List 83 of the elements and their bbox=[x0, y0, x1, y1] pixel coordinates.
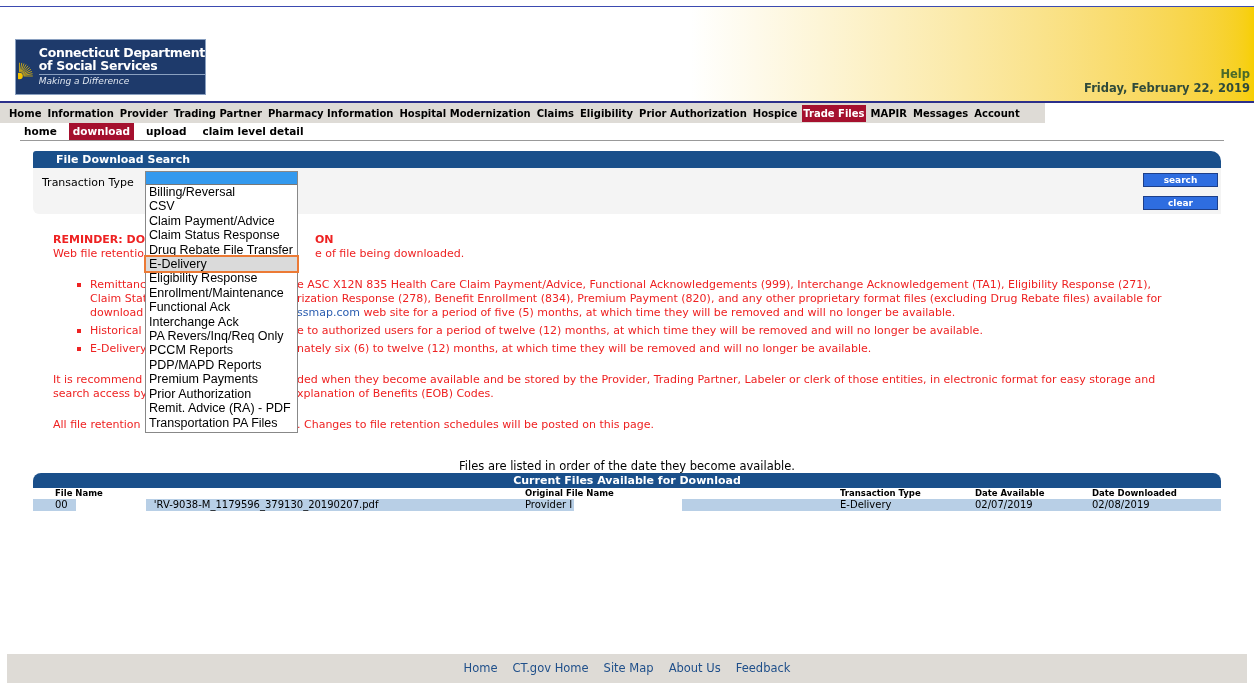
notice-text: Remittanc bbox=[90, 278, 147, 291]
notice-text: e of file being downloaded. bbox=[315, 247, 465, 261]
column-header: Original File Name bbox=[525, 488, 615, 499]
notice-text: REMINDER: DO bbox=[53, 233, 146, 246]
notice-text: Web file retentio bbox=[53, 247, 144, 260]
dropdown-option[interactable]: Claim Payment/Advice bbox=[146, 213, 297, 229]
logo-title: of Social Services bbox=[38, 59, 158, 72]
column-header: Transaction Type bbox=[840, 488, 922, 499]
nav-tab[interactable]: Prior Authorization bbox=[638, 104, 748, 122]
subnav-tab[interactable]: upload bbox=[142, 122, 191, 141]
nav-tab[interactable]: Messages bbox=[912, 104, 970, 122]
dropdown-option[interactable]: Eligibility Response bbox=[146, 271, 297, 286]
bullet-icon bbox=[77, 329, 81, 333]
current-date: Friday, February 22, 2019 bbox=[1084, 81, 1250, 95]
nav-tab[interactable]: Trade Files bbox=[802, 104, 866, 122]
dropdown-option[interactable]: E-Delivery bbox=[146, 257, 297, 272]
help-link[interactable]: Help bbox=[1220, 67, 1250, 81]
notice-text: All file retention bbox=[53, 418, 141, 431]
nav-tab[interactable]: Account bbox=[973, 104, 1021, 122]
logo-title: Connecticut Department bbox=[38, 46, 205, 59]
notice-text: . Changes to file retention schedules will be posted on this page. bbox=[297, 418, 654, 432]
nav-tab[interactable]: Hospital Modernization bbox=[398, 104, 532, 122]
dropdown-option[interactable]: PDP/MAPD Reports bbox=[146, 357, 297, 373]
footer-link[interactable]: CT.gov Home bbox=[512, 659, 589, 678]
table-cell: E-Delivery bbox=[840, 499, 892, 511]
dropdown-option[interactable]: Prior Authorization bbox=[146, 386, 297, 402]
footer-link[interactable]: Feedback bbox=[735, 659, 791, 678]
notice-text: ssmap.com web site for a period of five (5) months, at which time they will be removed and will no longer be available. bbox=[297, 306, 956, 320]
footer-link[interactable]: About Us bbox=[668, 659, 721, 678]
dropdown-option[interactable]: Claim Status Response bbox=[146, 228, 297, 243]
action-button[interactable]: search bbox=[1143, 173, 1218, 187]
website-link[interactable]: ssmap.com bbox=[297, 306, 360, 319]
table-cell: 02/07/2019 bbox=[975, 499, 1033, 511]
panel-header: File Download Search bbox=[33, 151, 1221, 168]
dropdown-option[interactable]: Transportation PA Files bbox=[146, 415, 297, 430]
nav-tab[interactable]: MAPIR bbox=[869, 104, 908, 122]
notice-text: xplanation of Benefits (EOB) Codes. bbox=[297, 387, 494, 401]
dropdown-option[interactable]: Remit. Advice (RA) - PDF bbox=[146, 401, 297, 416]
nav-tab[interactable]: Claims bbox=[535, 104, 576, 122]
table-cell: 00 bbox=[55, 499, 68, 511]
notice-text: e to authorized users for a period of twelve (12) months, at which time they will be removed and will no longer be available. bbox=[297, 324, 983, 338]
nav-tab[interactable]: Information bbox=[46, 104, 115, 122]
subnav-tab[interactable]: home bbox=[20, 122, 61, 141]
notice-text: Historical bbox=[90, 324, 142, 337]
subnav-tab[interactable]: claim level detail bbox=[198, 122, 308, 141]
dropdown-option[interactable]: PA Revers/Inq/Req Only bbox=[146, 329, 297, 344]
dropdown-option[interactable]: Billing/Reversal bbox=[146, 185, 297, 200]
bullet-icon bbox=[77, 347, 81, 351]
notice-text: download bbox=[90, 306, 144, 319]
notice-text: rization Response (278), Benefit Enrollment (834), Premium Payment (820), and any other proprietary format files (excluding Drug Rebate files) available for bbox=[297, 292, 1162, 306]
table-title-bar: Current Files Available for Download bbox=[33, 473, 1221, 488]
notice-text: e ASC X12N 835 Health Care Claim Payment/Advice, Functional Acknowledgements (999), Interchange Acknowledgement (TA1), Eligibility Response (271), bbox=[297, 278, 1151, 292]
nav-tab[interactable]: Trading Partner bbox=[172, 104, 263, 122]
notice-text: E-Delivery bbox=[90, 342, 147, 355]
table-caption: Files are listed in order of the date they become available. bbox=[458, 459, 796, 473]
notice-text: nately six (6) to twelve (12) months, at which time they will be removed and will no longer be available. bbox=[297, 342, 872, 356]
notice-text: It is recommend bbox=[53, 373, 143, 386]
footer-link[interactable]: Site Map bbox=[603, 659, 654, 678]
column-header: File Name bbox=[55, 488, 104, 499]
nav-tab[interactable]: Provider bbox=[118, 104, 169, 122]
table-cell: 02/08/2019 bbox=[1092, 499, 1150, 511]
dropdown-option[interactable]: PCCM Reports bbox=[146, 343, 297, 358]
action-button[interactable]: clear bbox=[1143, 196, 1218, 210]
dropdown-option[interactable]: Functional Ack bbox=[146, 300, 297, 315]
notice-text: ON bbox=[315, 233, 334, 247]
logo-tagline: Making a Difference bbox=[38, 74, 205, 88]
select-field[interactable] bbox=[146, 172, 297, 185]
footer-link[interactable]: Home bbox=[463, 659, 498, 678]
nav-tab[interactable]: Hospice bbox=[751, 104, 799, 122]
nav-tab[interactable]: Pharmacy Information bbox=[266, 104, 395, 122]
column-header: Date Available bbox=[975, 488, 1046, 499]
dropdown-option[interactable]: CSV bbox=[146, 199, 297, 214]
dropdown-option[interactable]: Interchange Ack bbox=[146, 314, 297, 330]
column-header: Date Downloaded bbox=[1092, 488, 1178, 499]
nav-tab[interactable]: Eligibility bbox=[579, 104, 635, 122]
table-cell: 'RV-9038-M_1179596_379130_20190207.pdf bbox=[153, 499, 379, 511]
notice-text: ded when they become available and be stored by the Provider, Trading Partner, Labeler or clerk of those entities, in electronic format for easy storage and bbox=[297, 373, 1156, 387]
dropdown-option[interactable]: Premium Payments bbox=[146, 372, 297, 387]
field-label: Transaction Type bbox=[42, 175, 134, 191]
nav-tab[interactable]: Home bbox=[8, 104, 43, 122]
dropdown-option[interactable]: Enrollment/Maintenance bbox=[146, 285, 297, 301]
table-cell: Provider I bbox=[525, 499, 573, 511]
bullet-icon bbox=[77, 283, 81, 287]
